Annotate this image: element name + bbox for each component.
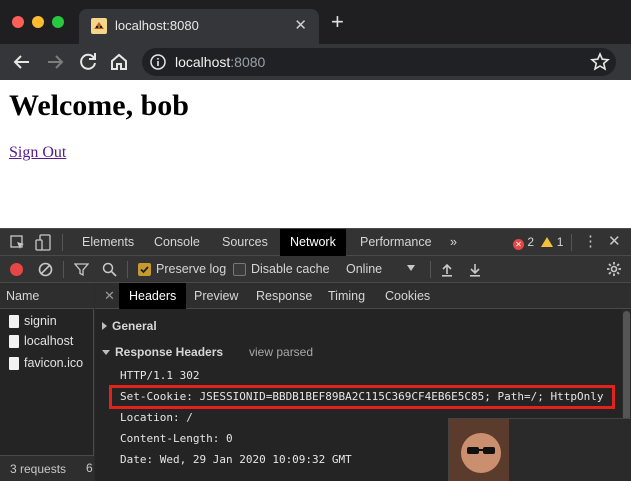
request-name: signin [24, 314, 57, 328]
close-devtools-icon[interactable]: ✕ [608, 233, 621, 251]
set-cookie-highlight-box [109, 385, 615, 409]
home-icon[interactable] [107, 50, 131, 74]
tab-timing[interactable]: Timing [318, 283, 375, 309]
info-icon[interactable] [150, 54, 166, 70]
tab-sources[interactable]: Sources [212, 229, 278, 256]
tab-network[interactable]: Network [280, 229, 346, 256]
view-parsed-link[interactable]: view parsed [249, 345, 313, 359]
document-icon [9, 315, 19, 328]
inspect-element-icon[interactable] [10, 235, 26, 251]
warning-count: 1 [556, 235, 564, 249]
browser-titlebar: localhost:8080 ✕ + [0, 0, 631, 44]
divider [430, 261, 431, 278]
search-icon[interactable] [102, 262, 117, 277]
clear-icon[interactable] [38, 262, 53, 277]
sign-out-link[interactable]: Sign Out [9, 144, 66, 162]
warning-icon [541, 237, 554, 247]
reload-icon[interactable] [76, 50, 100, 74]
web-page: Welcome, bob Sign Out [0, 80, 631, 228]
error-icon: ✕ [513, 239, 524, 250]
disable-cache-label: Disable cache [251, 262, 330, 276]
document-icon [9, 357, 19, 370]
request-name: favicon.ico [24, 356, 84, 370]
requests-summary-extra: 6 [86, 461, 93, 475]
browser-toolbar: localhost:8080 [0, 44, 631, 80]
tab-close-icon[interactable]: ✕ [294, 16, 307, 34]
tab-performance[interactable]: Performance [350, 229, 442, 256]
record-button[interactable] [10, 263, 23, 276]
close-window-button[interactable] [12, 16, 24, 28]
bookmark-star-icon[interactable] [588, 50, 612, 74]
divider [127, 261, 128, 278]
zoom-window-button[interactable] [52, 16, 64, 28]
divider [62, 234, 63, 251]
close-detail-icon[interactable]: ✕ [104, 288, 115, 304]
page-title: Welcome, bob [9, 89, 189, 122]
kebab-menu-icon[interactable]: ⋮ [583, 233, 598, 251]
requests-summary: 3 requests [0, 455, 94, 481]
forward-arrow-icon[interactable] [43, 50, 67, 74]
document-icon [9, 335, 19, 348]
error-count: 2 [527, 235, 535, 249]
scrollbar-thumb[interactable] [623, 311, 630, 421]
import-har-icon[interactable] [440, 262, 454, 277]
tab-response[interactable]: Response [246, 283, 322, 309]
device-toolbar-icon[interactable] [35, 234, 53, 252]
disable-cache-checkbox[interactable] [233, 263, 246, 276]
divider [63, 261, 64, 278]
export-har-icon[interactable] [468, 262, 482, 277]
header-line: HTTP/1.1 302 [120, 369, 200, 382]
request-row[interactable]: favicon.ico [0, 353, 94, 373]
tab-title: localhost:8080 [115, 18, 199, 33]
tab-console[interactable]: Console [144, 229, 210, 256]
request-row[interactable]: signin [0, 311, 94, 331]
request-row[interactable]: localhost [0, 331, 94, 351]
general-section-toggle[interactable]: General [102, 319, 157, 333]
tab-preview[interactable]: Preview [184, 283, 248, 309]
settings-gear-icon[interactable] [606, 261, 622, 277]
preserve-log-label: Preserve log [156, 262, 227, 276]
response-headers-section-toggle[interactable]: Response Headers [102, 345, 223, 359]
error-count-badge[interactable]: ✕ 2 1 [513, 235, 563, 250]
dropdown-arrow-icon[interactable] [407, 265, 415, 271]
collapsed-triangle-icon [102, 322, 107, 330]
header-line: Content-Length: 0 [120, 432, 233, 445]
browser-tab[interactable]: localhost:8080 ✕ [79, 9, 319, 44]
tab-elements[interactable]: Elements [72, 229, 144, 256]
requests-list: Name signin localhost favicon.ico 3 requ… [0, 283, 94, 481]
more-tabs-chevron-icon[interactable]: » [440, 229, 467, 256]
header-line: Location: / [120, 411, 193, 424]
divider [571, 234, 572, 251]
detail-tab-strip: ✕ Headers Preview Response Timing Cookie… [95, 283, 631, 309]
devtools-tab-strip: Elements Console Sources Network Perform… [0, 228, 631, 256]
presenter-avatar-icon [449, 419, 509, 481]
network-toolbar: Preserve log Disable cache Online [0, 256, 631, 283]
address-bar[interactable]: localhost:8080 [142, 48, 616, 76]
webcam-overlay [448, 418, 631, 481]
name-column-header[interactable]: Name [0, 283, 94, 309]
expanded-triangle-icon [102, 350, 110, 355]
tab-cookies[interactable]: Cookies [375, 283, 440, 309]
filter-icon[interactable] [74, 262, 89, 277]
throttling-select[interactable]: Online [346, 262, 382, 276]
minimize-window-button[interactable] [32, 16, 44, 28]
preserve-log-checkbox[interactable] [138, 263, 151, 276]
request-name: localhost [24, 334, 74, 348]
back-arrow-icon[interactable] [10, 50, 34, 74]
tomcat-favicon-icon [91, 18, 107, 34]
header-line: Date: Wed, 29 Jan 2020 10:09:32 GMT [120, 453, 352, 466]
checkmark-icon [140, 266, 149, 274]
url-text: localhost:8080 [175, 54, 266, 70]
tab-headers[interactable]: Headers [119, 283, 187, 309]
new-tab-icon[interactable]: + [331, 11, 344, 33]
